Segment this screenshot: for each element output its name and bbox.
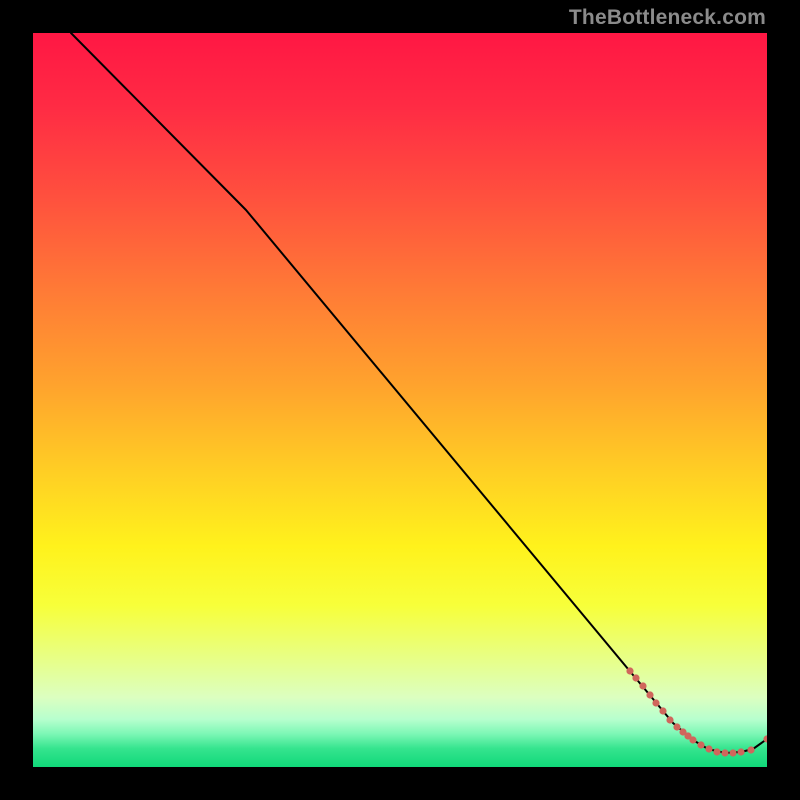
chart-frame: TheBottleneck.com	[0, 0, 800, 800]
bottleneck-line	[71, 33, 767, 753]
chart-overlay	[33, 33, 767, 767]
plot-area	[33, 33, 767, 767]
watermark-text: TheBottleneck.com	[569, 6, 766, 30]
